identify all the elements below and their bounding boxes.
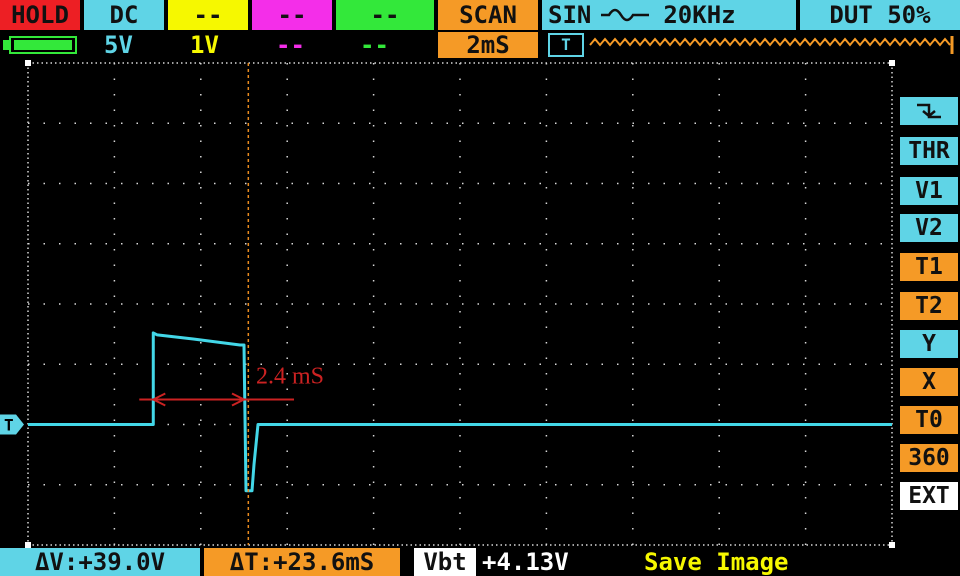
trigger-edge-button[interactable]	[900, 97, 958, 125]
delta-v-readout: ΔV:+39.0V	[0, 548, 200, 576]
menu-v1[interactable]: V1	[900, 177, 958, 205]
menu-v2[interactable]: V2	[900, 214, 958, 242]
menu-x[interactable]: X	[900, 368, 958, 396]
delta-t-readout: ΔT:+23.6mS	[204, 548, 400, 576]
ground-marker: T	[0, 414, 24, 435]
menu-360[interactable]: 360	[900, 444, 958, 472]
menu-ext[interactable]: EXT	[900, 482, 958, 510]
menu-t2[interactable]: T2	[900, 292, 958, 320]
waveform-display[interactable]: 2.4 mS T	[0, 0, 960, 576]
graticule	[25, 60, 895, 548]
svg-text:T: T	[4, 416, 14, 435]
pulse-width-label: 2.4 mS	[256, 364, 324, 390]
menu-thr[interactable]: THR	[900, 137, 958, 165]
menu-t0[interactable]: T0	[900, 406, 958, 434]
save-image-status[interactable]: Save Image	[644, 550, 789, 574]
falling-edge-icon	[917, 103, 941, 119]
vbt-label: Vbt	[414, 548, 476, 576]
menu-y[interactable]: Y	[900, 330, 958, 358]
vbt-value: +4.13V	[482, 548, 569, 576]
menu-t1[interactable]: T1	[900, 253, 958, 281]
pulse-width-measure: 2.4 mS	[139, 364, 324, 407]
